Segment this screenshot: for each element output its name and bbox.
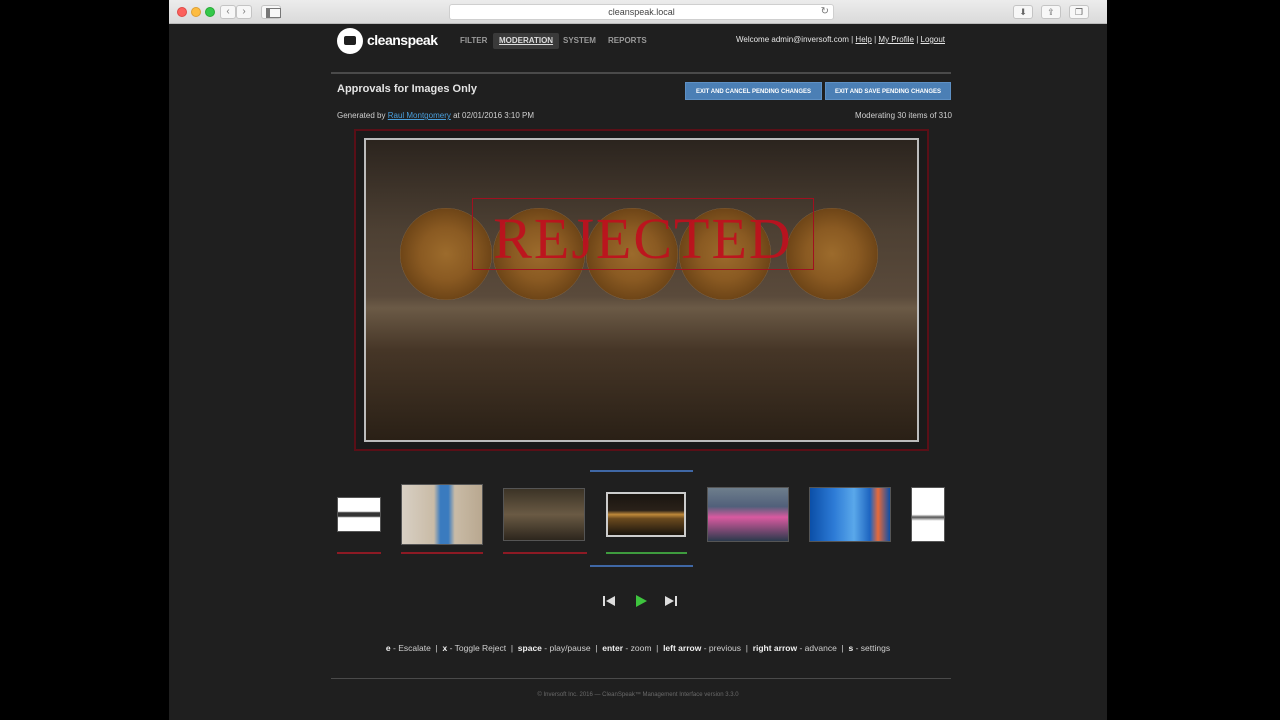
window-minimize-icon[interactable] (191, 7, 201, 17)
thumbnail[interactable] (911, 487, 945, 542)
rejected-status-bar (337, 552, 381, 554)
shortcut-desc: - previous (703, 643, 742, 653)
tabs-overview-button[interactable]: ❐ (1069, 5, 1089, 19)
chevron-left-icon: ‹ (226, 6, 230, 17)
forward-button[interactable]: › (236, 5, 252, 19)
back-button[interactable]: ‹ (220, 5, 236, 19)
window-maximize-icon[interactable] (205, 7, 215, 17)
divider (331, 678, 951, 679)
current-image-frame[interactable]: REJECTED (354, 129, 929, 451)
shortcut-key: x (442, 643, 448, 653)
divider (331, 72, 951, 74)
shortcut-key: left arrow (663, 643, 702, 653)
thumbnail-current[interactable] (606, 492, 686, 537)
shortcut-desc: - settings (855, 643, 891, 653)
shortcut-desc: - advance (799, 643, 837, 653)
logout-link[interactable]: Logout (921, 35, 945, 44)
separator: | (916, 35, 919, 44)
footer-text: © Inversoft Inc. 2016 — CleanSpeak™ Mana… (537, 692, 739, 698)
browser-toolbar: ‹ › cleanspeak.local ↻ ⬇ ⇪ ❐ (169, 0, 1107, 24)
shortcut-desc: - Escalate (393, 643, 431, 653)
separator: | (874, 35, 877, 44)
shortcut-key: space (517, 643, 542, 653)
nav-reports[interactable]: REPORTS (602, 33, 653, 49)
welcome-text: Welcome admin@inversoft.com (735, 35, 849, 44)
play-icon[interactable] (633, 594, 649, 608)
browser-window: ‹ › cleanspeak.local ↻ ⬇ ⇪ ❐ cleanspeak … (169, 0, 1107, 720)
selection-indicator (590, 470, 693, 472)
exit-save-button[interactable]: EXIT AND SAVE PENDING CHANGES (825, 82, 951, 100)
thumbnail[interactable] (401, 484, 483, 545)
generated-prefix: Generated by (337, 111, 386, 120)
download-icon: ⬇ (1019, 7, 1027, 17)
skip-previous-icon[interactable] (601, 594, 617, 608)
reload-icon[interactable]: ↻ (821, 5, 829, 19)
shortcut-key: s (848, 643, 854, 653)
nav-system[interactable]: SYSTEM (557, 33, 602, 49)
thumbnail[interactable] (707, 487, 789, 542)
exit-cancel-button[interactable]: EXIT AND CANCEL PENDING CHANGES (685, 82, 822, 100)
keyboard-shortcuts: e - Escalate | x - Toggle Reject | space… (385, 643, 891, 653)
share-icon: ⇪ (1047, 7, 1055, 17)
shortcut-desc: - play/pause (544, 643, 591, 653)
my-profile-link[interactable]: My Profile (878, 35, 914, 44)
sidebar-toggle-button[interactable] (261, 5, 281, 19)
thumbnail[interactable] (809, 487, 891, 542)
shortcut-key: right arrow (752, 643, 798, 653)
generated-by: Generated by Raul Montgomery at 02/01/20… (337, 111, 534, 120)
separator: | (851, 35, 854, 44)
logo-text: cleanspeak (367, 32, 438, 48)
window-close-icon[interactable] (177, 7, 187, 17)
tabs-icon: ❐ (1074, 7, 1084, 17)
thumbnail[interactable] (503, 488, 585, 541)
page-title: Approvals for Images Only (337, 83, 477, 95)
nav-moderation[interactable]: MODERATION (493, 33, 560, 49)
shortcut-key: enter (602, 643, 624, 653)
shortcut-desc: - Toggle Reject (449, 643, 507, 653)
skip-next-icon[interactable] (663, 594, 679, 608)
current-image[interactable]: REJECTED (364, 138, 919, 442)
selection-indicator (590, 565, 693, 567)
share-button[interactable]: ⇪ (1041, 5, 1061, 19)
approved-status-bar (606, 552, 687, 554)
thumbnail[interactable] (337, 497, 381, 532)
user-menu: Welcome admin@inversoft.com | Help | My … (736, 35, 945, 44)
downloads-button[interactable]: ⬇ (1013, 5, 1033, 19)
generated-suffix: at 02/01/2016 3:10 PM (453, 111, 535, 120)
url-text: cleanspeak.local (608, 7, 675, 17)
rejected-stamp-text: REJECTED (493, 206, 793, 271)
generated-user-link[interactable]: Raul Montgomery (388, 111, 451, 120)
help-link[interactable]: Help (855, 35, 871, 44)
shortcut-key: e (385, 643, 391, 653)
rejected-status-bar (401, 552, 483, 554)
rejected-status-bar (503, 552, 587, 554)
nav-filter[interactable]: FILTER (454, 33, 493, 49)
address-bar[interactable]: cleanspeak.local ↻ (449, 4, 834, 20)
moderating-count: Moderating 30 items of 310 (855, 111, 952, 120)
chevron-right-icon: › (242, 6, 246, 17)
rejected-stamp: REJECTED (472, 198, 814, 271)
shortcut-desc: - zoom (625, 643, 652, 653)
speech-bubble-icon (337, 28, 363, 54)
